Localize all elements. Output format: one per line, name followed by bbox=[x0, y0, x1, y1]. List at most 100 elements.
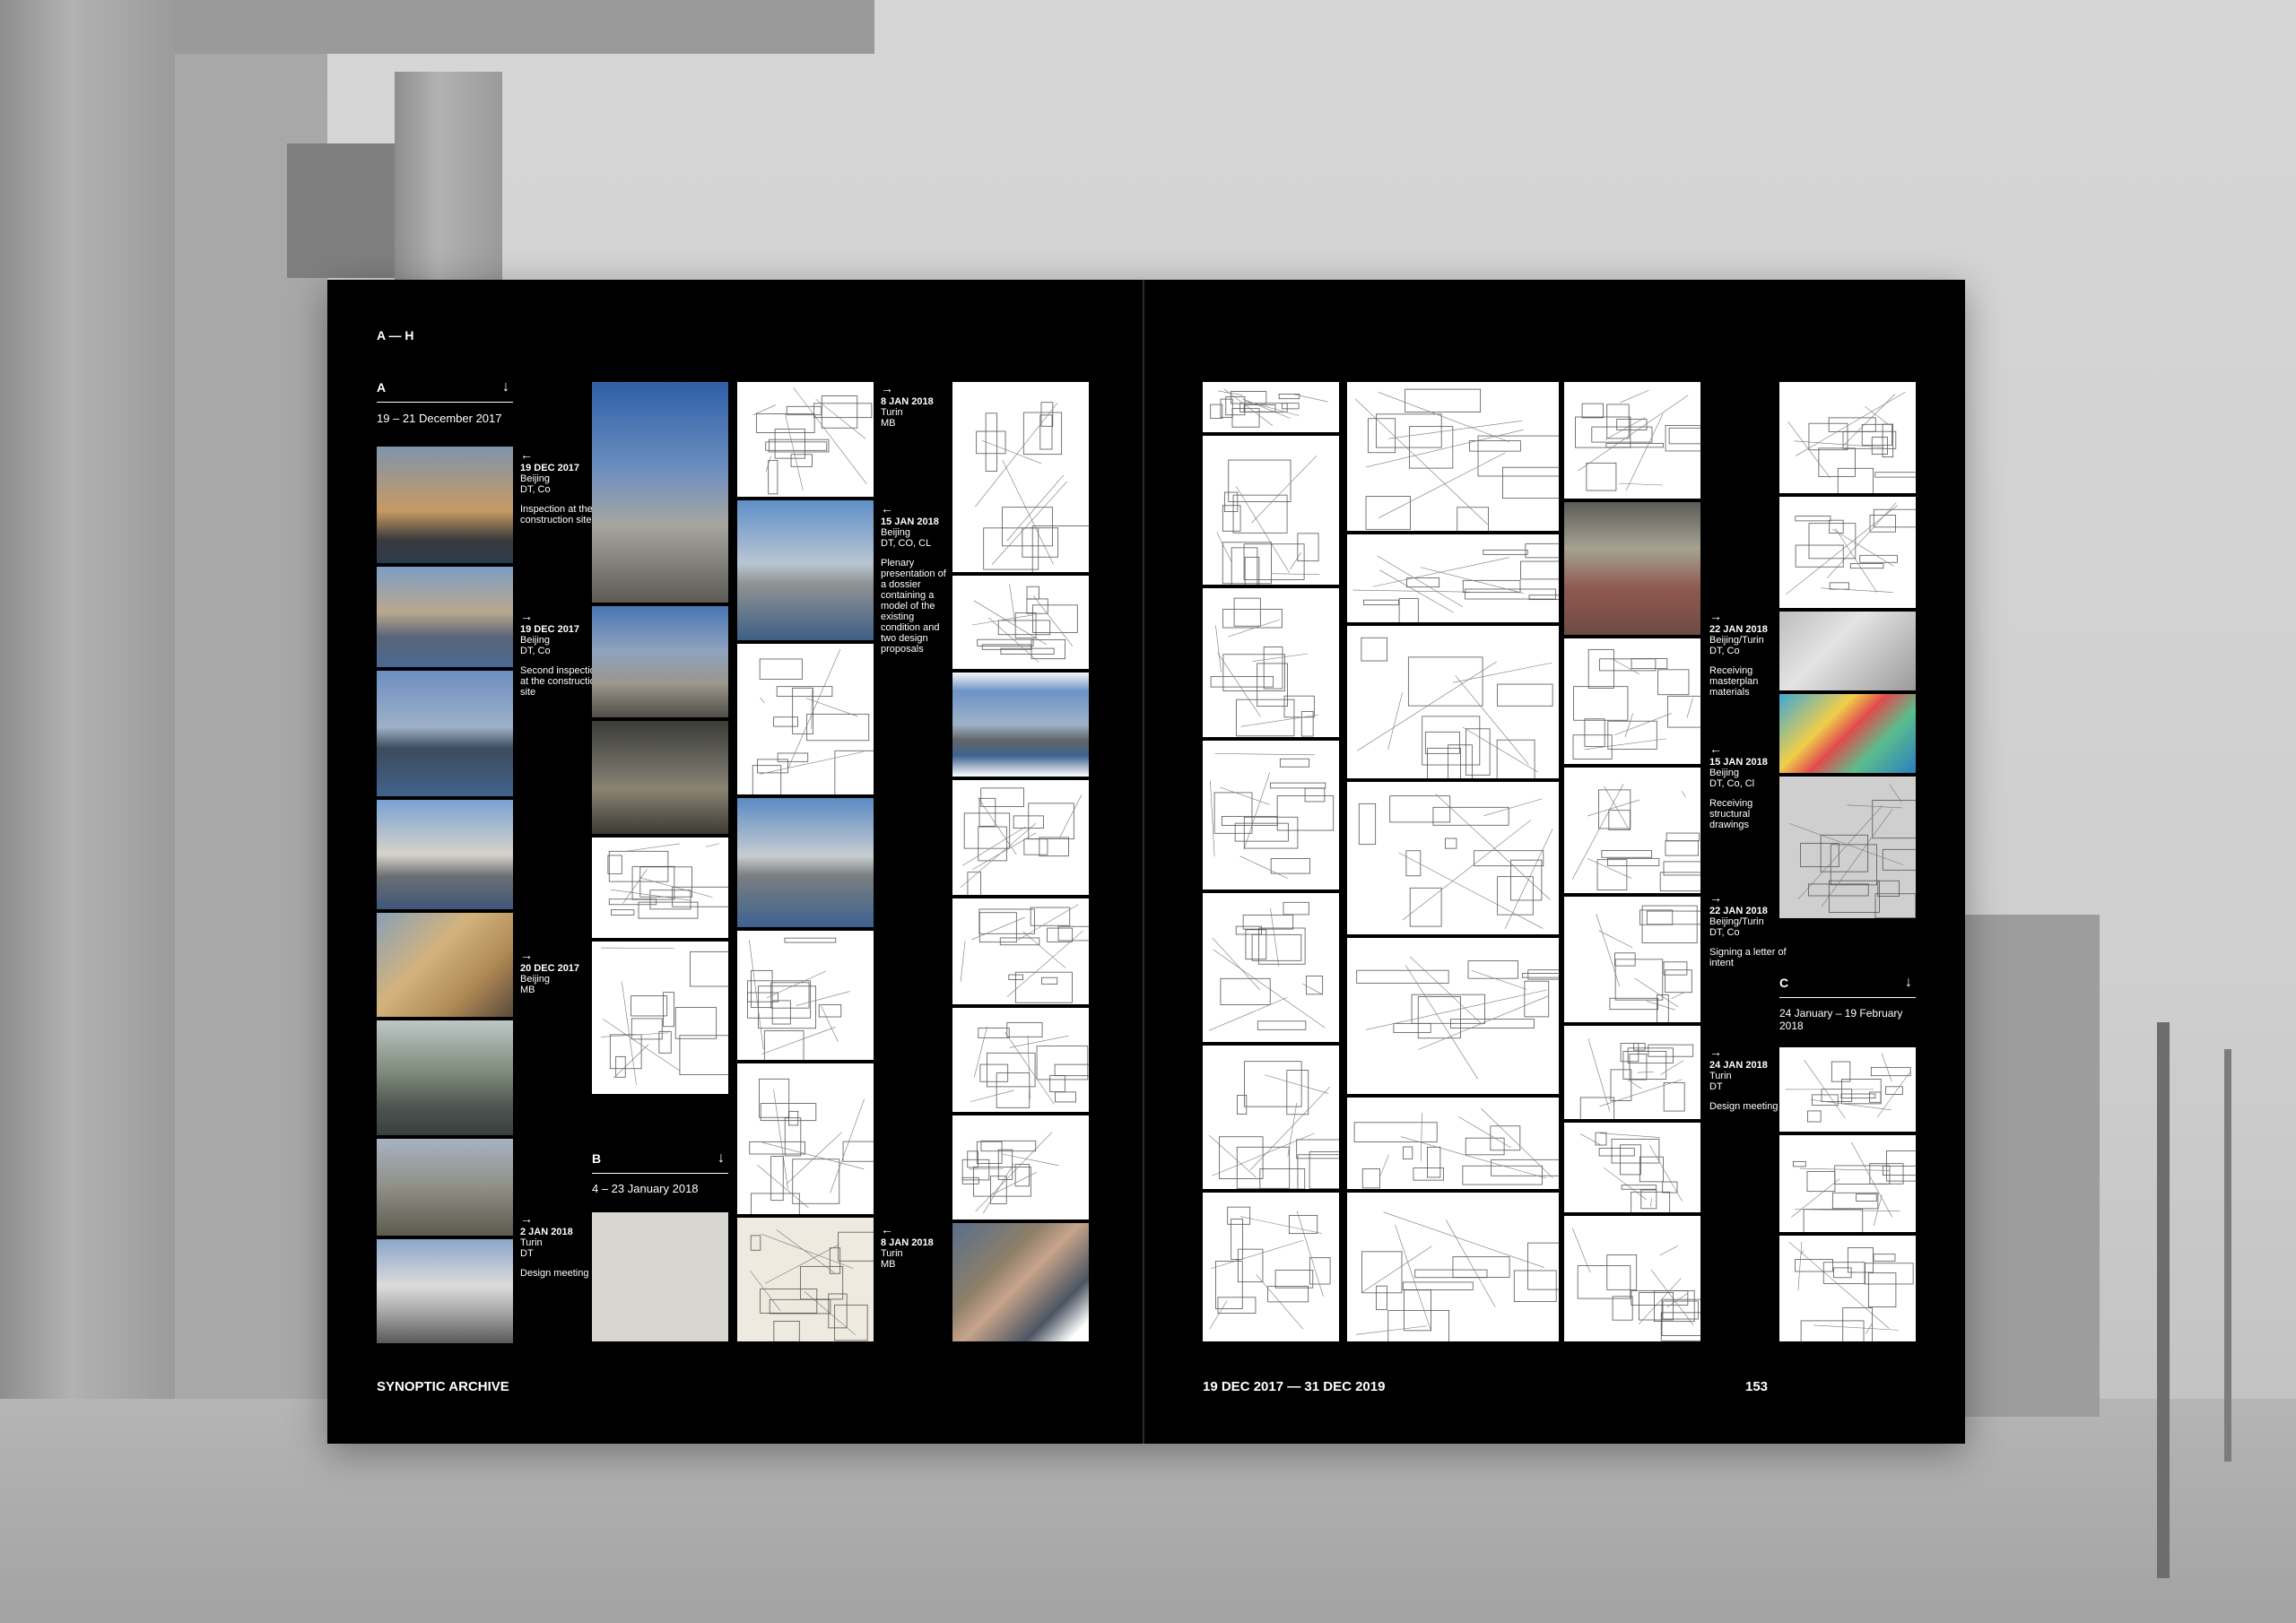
event-place: Turin bbox=[520, 1237, 543, 1248]
photo-courtyard bbox=[377, 1020, 513, 1135]
arrow-right-icon: → bbox=[1709, 890, 1722, 905]
thumbnail-linework bbox=[1788, 1241, 1914, 1341]
thumbnail-linework bbox=[1209, 901, 1326, 1031]
arrow-left-icon: ← bbox=[881, 1222, 893, 1237]
doc-letter bbox=[1779, 777, 1916, 918]
thumbnail-linework bbox=[1353, 1108, 1559, 1189]
thumbnail-linework bbox=[1356, 956, 1559, 1080]
drawing-tower-plan bbox=[1779, 382, 1916, 493]
section-a-letter: A bbox=[377, 380, 387, 395]
doc-large-7 bbox=[1347, 1193, 1559, 1341]
event-people: DT bbox=[520, 1248, 534, 1259]
thumbnail-linework bbox=[1789, 784, 1916, 918]
event-date: 19 DEC 2017 bbox=[520, 463, 580, 473]
window-band bbox=[287, 143, 395, 278]
drawing-axonometric-1 bbox=[952, 1008, 1089, 1112]
arrow-right-icon: → bbox=[881, 381, 893, 395]
event-people: MB bbox=[881, 418, 896, 429]
sketch-elevation bbox=[737, 382, 874, 497]
section-a-rule bbox=[377, 402, 513, 403]
event-date: 8 JAN 2018 bbox=[881, 396, 934, 407]
event-9: ← 15 JAN 2018 Beijing DT, Co, Cl Receivi… bbox=[1709, 742, 1790, 830]
photo-construction bbox=[377, 1139, 513, 1236]
sketch-tower-sections bbox=[737, 644, 874, 794]
index-label: A — H bbox=[377, 328, 414, 343]
thumbnail-linework bbox=[1572, 648, 1700, 759]
arrow-down-icon: ↓ bbox=[1905, 975, 1912, 990]
arrow-right-icon: → bbox=[520, 948, 533, 962]
thumbnail-linework bbox=[1209, 1206, 1331, 1330]
event-description: Signing a letter of intent bbox=[1709, 947, 1787, 968]
section-b-rule bbox=[592, 1173, 728, 1174]
event-date: 24 JAN 2018 bbox=[1709, 1060, 1768, 1071]
building-right bbox=[1965, 915, 2100, 1417]
photo-hall-interior bbox=[592, 721, 728, 834]
event-date: 8 JAN 2018 bbox=[881, 1237, 934, 1248]
event-place: Beijing bbox=[520, 974, 551, 985]
doc-cover bbox=[1203, 382, 1339, 432]
section-c-letter: C bbox=[1779, 976, 1789, 990]
drawing-section-3 bbox=[1779, 1135, 1916, 1232]
event-5: → 8 JAN 2018 Turin MB bbox=[881, 382, 961, 429]
sketch-document-page bbox=[952, 576, 1089, 669]
arrow-left-icon: ← bbox=[881, 501, 893, 516]
photo-site-river-city bbox=[377, 567, 513, 667]
event-people: DT, Co bbox=[520, 484, 551, 495]
photo-site-sunset bbox=[377, 447, 513, 563]
section-c-dates: 24 January – 19 February 2018 bbox=[1779, 1007, 1903, 1032]
event-people: DT, Co bbox=[1709, 646, 1740, 656]
doc-page-4 bbox=[1203, 893, 1339, 1042]
event-date: 2 JAN 2018 bbox=[520, 1227, 573, 1237]
photo-long-building bbox=[377, 1239, 513, 1343]
event-place: Turin bbox=[1709, 1071, 1732, 1081]
footer-dates: 19 DEC 2017 — 31 DEC 2019 bbox=[1203, 1379, 1386, 1394]
event-date: 20 DEC 2017 bbox=[520, 963, 580, 974]
drawing-section-2 bbox=[1564, 897, 1700, 1022]
thumbnail-linework bbox=[752, 387, 873, 495]
section-a-dates: 19 – 21 December 2017 bbox=[377, 412, 502, 425]
arrow-left-icon: ← bbox=[1709, 742, 1722, 756]
doc-page-5 bbox=[1203, 1046, 1339, 1189]
event-people: DT, Co bbox=[1709, 927, 1740, 938]
doc-large-4 bbox=[1347, 782, 1559, 934]
thumbnail-linework bbox=[1575, 389, 1700, 491]
event-date: 22 JAN 2018 bbox=[1709, 906, 1768, 916]
thumbnail-linework bbox=[1352, 542, 1559, 622]
event-place: Beijing bbox=[520, 635, 551, 646]
event-8: → 22 JAN 2018 Beijing/Turin DT, Co Recei… bbox=[1709, 610, 1790, 698]
thumbnail-linework bbox=[1572, 1228, 1700, 1341]
photo-panorama bbox=[952, 673, 1089, 777]
event-description: Plenary presentation of a dossier contai… bbox=[881, 558, 946, 655]
event-description: Inspection at the construction site bbox=[520, 504, 593, 525]
event-people: DT, Co bbox=[520, 646, 551, 656]
event-description: Second inspection at the construction si… bbox=[520, 665, 601, 698]
event-people: DT bbox=[1709, 1081, 1723, 1092]
photo-building-sunset bbox=[377, 913, 513, 1017]
sketch-notebook bbox=[737, 1218, 874, 1341]
footer-title: SYNOPTIC ARCHIVE bbox=[377, 1379, 509, 1394]
photo-hall-red bbox=[1564, 502, 1700, 635]
photo-laptop-plan bbox=[1779, 612, 1916, 690]
thumbnail-linework bbox=[960, 787, 1083, 895]
event-description: Receiving masterplan materials bbox=[1709, 665, 1759, 698]
street-pole bbox=[2157, 1022, 2170, 1578]
page-fold bbox=[1143, 280, 1144, 1444]
section-b-letter: B bbox=[592, 1151, 602, 1166]
event-1: ← 19 DEC 2017 Beijing DT, Co Inspection … bbox=[520, 448, 601, 525]
sketch-sections bbox=[592, 942, 728, 1094]
sketch-axonometric bbox=[592, 838, 728, 938]
street-pole-2 bbox=[2224, 1049, 2231, 1462]
arrow-left-icon: ← bbox=[520, 447, 533, 462]
event-people: DT, Co, Cl bbox=[1709, 778, 1755, 789]
event-place: Beijing bbox=[1709, 768, 1740, 778]
sketch-cube-frame bbox=[952, 382, 1089, 572]
page-number: 153 bbox=[1745, 1379, 1769, 1394]
event-11: → 24 JAN 2018 Turin DT Design meeting bbox=[1709, 1046, 1790, 1112]
doc-large-2 bbox=[1347, 534, 1559, 622]
event-date: 19 DEC 2017 bbox=[520, 624, 580, 635]
event-date: 22 JAN 2018 bbox=[1709, 624, 1768, 635]
event-place: Beijing bbox=[520, 473, 551, 484]
masterplan-map bbox=[1779, 694, 1916, 773]
thumbnail-linework bbox=[970, 1021, 1089, 1108]
event-3: → 20 DEC 2017 Beijing MB bbox=[520, 949, 601, 995]
